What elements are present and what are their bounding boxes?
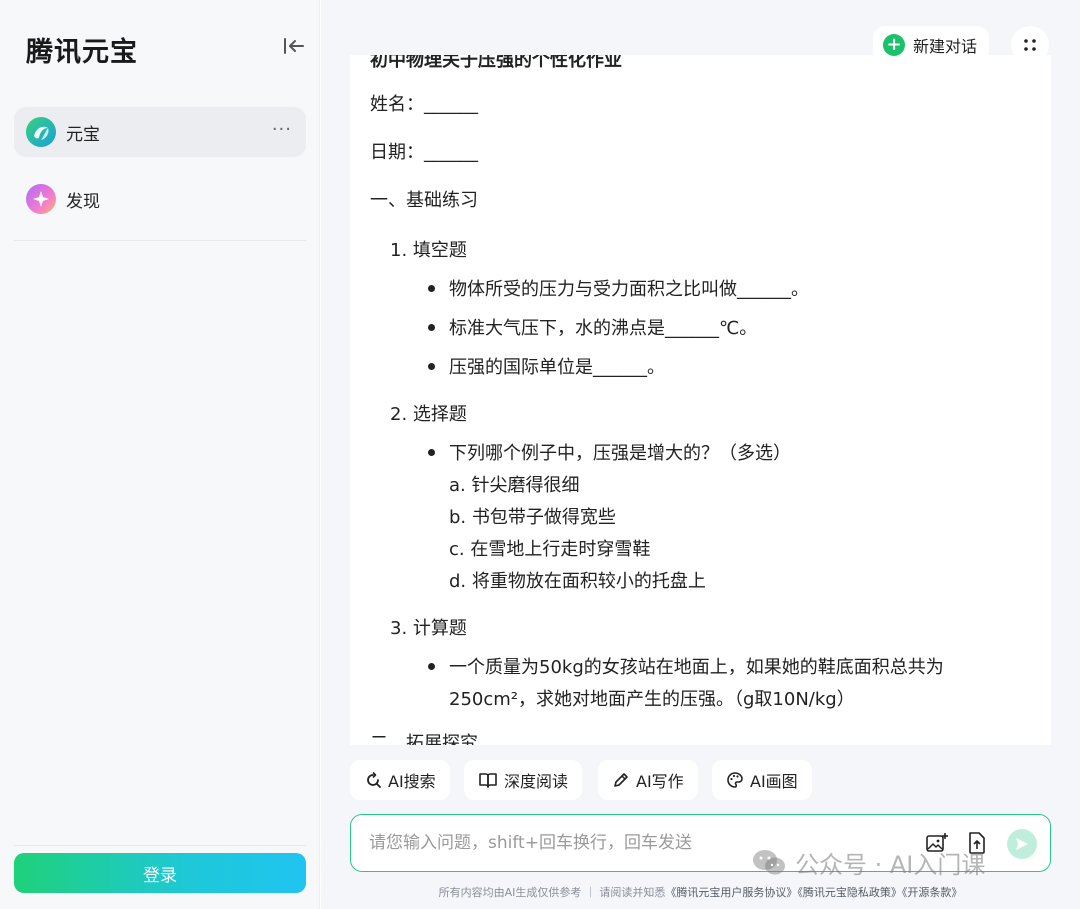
privacy-policy-link[interactable]: 《腾讯元宝隐私政策》 [797,886,902,899]
list-item: 标准大气压下，水的沸点是______℃。 [427,314,757,340]
more-options-button[interactable]: ··· [272,119,292,140]
ai-writing-button[interactable]: AI写作 [598,760,698,800]
collapse-sidebar-button[interactable] [282,34,306,58]
open-source-terms-link[interactable]: 《开源条款》 [902,886,963,899]
question-heading: 3. 计算题 [390,618,467,639]
pen-icon [612,771,630,789]
brand-title: 腾讯元宝 [26,37,138,68]
choice-option: b. 书包带子做得宽些 [449,507,616,528]
quick-action-label: AI写作 [636,772,684,791]
question-heading: 1. 填空题 [390,240,467,261]
list-item: 下列哪个例子中，压强是增大的？（多选） [428,439,791,465]
section-heading: 一、基础练习 [370,190,478,211]
watermark: 公众号 · AI入门课 [751,845,985,880]
quick-action-label: AI画图 [750,772,798,791]
disclaimer-text: 所有内容均由AI生成仅供参考 ｜ 请阅读并知悉 [438,886,666,899]
wechat-icon [751,848,787,878]
question-heading: 2. 选择题 [390,404,467,425]
footer-disclaimer: 所有内容均由AI生成仅供参考 ｜ 请阅读并知悉《腾讯元宝用户服务协议》《腾讯元宝… [321,884,1080,900]
name-field-line: 姓名：______ [370,94,478,115]
search-refresh-icon [364,771,382,789]
book-open-icon [478,771,498,789]
section-heading: 二、拓展探究 [370,733,478,745]
new-chat-button[interactable]: + 新建对话 [873,26,990,64]
plus-icon: + [883,34,905,56]
document-title: 初中物理关于压强的个性化作业 [370,55,622,71]
collapse-left-icon [284,38,304,54]
choice-option: d. 将重物放在面积较小的托盘上 [449,571,706,592]
chat-main: 初中物理关于压强的个性化作业 姓名：______ 日期：______ 一、基础练… [321,0,1080,909]
user-agreement-link[interactable]: 《腾讯元宝用户服务协议》 [665,886,797,899]
deep-read-button[interactable]: 深度阅读 [464,760,583,800]
watermark-text: 公众号 · AI入门课 [795,851,986,879]
sidebar-item-discover[interactable]: 发现 [14,174,306,224]
send-icon [1016,838,1028,850]
ai-drawing-button[interactable]: AI画图 [712,760,812,800]
sidebar-divider [14,240,306,241]
sidebar: 腾讯元宝 元宝 ··· 发现 登录 [0,0,320,909]
quick-action-label: AI搜索 [388,772,436,791]
list-item: 压强的国际单位是______。 [428,353,665,379]
sidebar-divider [14,845,306,846]
list-item-continuation: 250cm²，求她对地面产生的压强。（g取10N/kg） [449,689,855,710]
login-button[interactable]: 登录 [14,853,306,893]
sparkle-icon [26,184,56,214]
new-chat-label: 新建对话 [913,37,978,56]
list-item: 物体所受的压力与受力面积之比叫做______。 [428,275,809,301]
palette-icon [726,771,744,789]
choice-option: a. 针尖磨得很细 [449,475,580,496]
date-field-line: 日期：______ [370,142,478,163]
choice-option: c. 在雪地上行走时穿雪鞋 [449,539,651,560]
ai-search-button[interactable]: AI搜索 [350,760,450,800]
apps-menu-button[interactable] [1011,26,1049,64]
quick-action-label: 深度阅读 [504,772,569,791]
list-item: 一个质量为50kg的女孩站在地面上，如果她的鞋底面积总共为 [428,653,944,679]
chat-message-card: 初中物理关于压强的个性化作业 姓名：______ 日期：______ 一、基础练… [350,55,1051,745]
sidebar-item-label: 元宝 [66,124,100,145]
grid-dots-icon [1024,39,1036,51]
send-button[interactable] [1007,829,1037,859]
yuanbao-logo-icon [26,117,56,147]
sidebar-item-yuanbao[interactable]: 元宝 ··· [14,107,306,157]
sidebar-item-label: 发现 [66,191,100,212]
